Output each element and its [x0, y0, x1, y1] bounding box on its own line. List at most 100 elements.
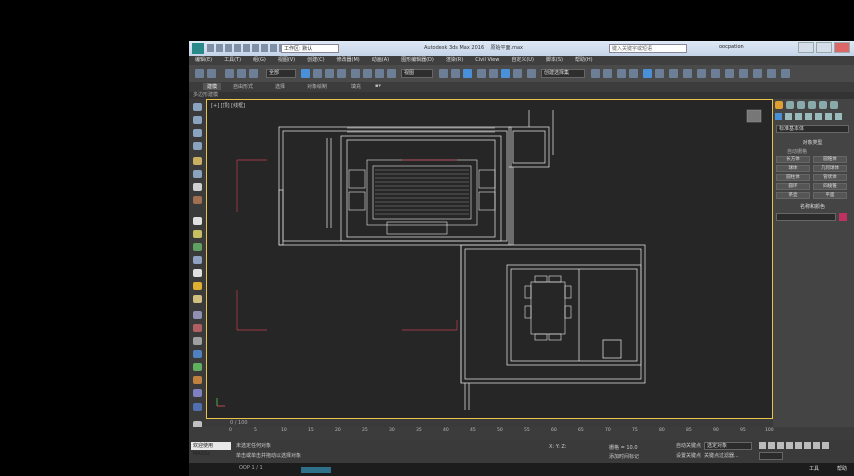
cylinder-button[interactable]: 圆柱体 [776, 174, 810, 181]
snaps-toggle-icon[interactable] [477, 69, 486, 78]
render-setup-icon[interactable] [683, 69, 692, 78]
tool-9-icon[interactable] [193, 217, 202, 225]
menu-rendering[interactable]: 渲染(R) [440, 56, 469, 65]
move-icon[interactable] [351, 69, 360, 78]
teapot-button[interactable]: 茶壶 [776, 192, 810, 199]
menu-civil-view[interactable]: Civil View [469, 56, 505, 65]
tool-2-icon[interactable] [193, 116, 202, 124]
display-tab-icon[interactable] [819, 101, 827, 109]
pyramid-button[interactable]: 四棱锥 [813, 183, 847, 190]
project-folder-icon[interactable] [261, 44, 268, 52]
tool-17-icon[interactable] [193, 324, 202, 332]
auto-key-select[interactable]: 选定对象 [704, 442, 752, 450]
object-type-rollout[interactable]: 对象类型 [776, 139, 849, 147]
geometry-icon[interactable] [775, 113, 782, 120]
current-frame-input[interactable] [759, 452, 783, 460]
close-button[interactable] [834, 42, 850, 53]
placement-icon[interactable] [387, 69, 396, 78]
menu-create[interactable]: 创建(C) [301, 56, 330, 65]
angle-snap-icon[interactable] [489, 69, 498, 78]
workspace-select[interactable]: 工作区: 默认 [281, 44, 339, 53]
undo-icon[interactable] [195, 69, 204, 78]
hierarchy-tab-icon[interactable] [797, 101, 805, 109]
menu-animation[interactable]: 动画(A) [366, 56, 395, 65]
play-icon[interactable] [777, 442, 784, 449]
tab-object-paint[interactable]: 对象绘制 [307, 83, 327, 90]
tool-13-icon[interactable] [193, 269, 202, 277]
activeshade-icon[interactable] [739, 69, 748, 78]
window-crossing-icon[interactable] [337, 69, 346, 78]
select-object-icon[interactable] [301, 69, 310, 78]
rectangular-region-icon[interactable] [325, 69, 334, 78]
scale-icon[interactable] [375, 69, 384, 78]
modify-tab-icon[interactable] [786, 101, 794, 109]
tool-1-icon[interactable] [193, 103, 202, 111]
layer-explorer-icon[interactable] [617, 69, 626, 78]
pan-icon[interactable] [813, 442, 820, 449]
utilities-tab-icon[interactable] [830, 101, 838, 109]
menu-tools[interactable]: 工具(T) [218, 56, 247, 65]
tool-23-icon[interactable] [193, 403, 202, 411]
geosphere-button[interactable]: 几何球体 [813, 165, 847, 172]
select-by-name-icon[interactable] [313, 69, 322, 78]
select-manipulate-icon[interactable] [451, 69, 460, 78]
menu-customize[interactable]: 自定义(U) [505, 56, 540, 65]
object-color-swatch[interactable] [839, 213, 847, 221]
tool-4-icon[interactable] [193, 142, 202, 150]
save-icon[interactable] [225, 44, 232, 52]
hold-icon[interactable] [270, 44, 277, 52]
taskbar-item[interactable] [301, 467, 331, 473]
named-selection-select[interactable]: 创建选择集 [541, 69, 585, 78]
go-to-start-icon[interactable] [759, 442, 766, 449]
create-tab-icon[interactable] [775, 101, 783, 109]
help-label[interactable]: 帮助 [837, 465, 847, 472]
tube-button[interactable]: 管状体 [813, 174, 847, 181]
new-icon[interactable] [207, 44, 214, 52]
shapes-icon[interactable] [785, 113, 792, 120]
autogrid-checkbox[interactable]: 自动栅格 [787, 148, 807, 155]
render-iterative-icon[interactable] [725, 69, 734, 78]
time-slider[interactable]: 0 / 100 [206, 419, 773, 427]
auto-key-button[interactable]: 自动关键点 [676, 442, 701, 449]
tool-15-icon[interactable] [193, 295, 202, 303]
reference-coord-select[interactable]: 视图 [401, 69, 433, 78]
systems-icon[interactable] [835, 113, 842, 120]
sphere-button[interactable]: 球体 [776, 165, 810, 172]
menu-edit[interactable]: 编辑(E) [189, 56, 218, 65]
percent-snap-icon[interactable] [501, 69, 510, 78]
coordinate-display[interactable]: X: Y: Z: [549, 444, 566, 450]
ribbon-expand-icon[interactable]: ▪▾ [375, 83, 381, 89]
edit-named-selection-icon[interactable] [527, 69, 536, 78]
previous-frame-icon[interactable] [768, 442, 775, 449]
minimize-button[interactable] [798, 42, 814, 53]
cameras-icon[interactable] [805, 113, 812, 120]
tool-12-icon[interactable] [193, 256, 202, 264]
redo-icon[interactable] [243, 44, 250, 52]
toggle-ribbon-icon[interactable] [629, 69, 638, 78]
tool-5-icon[interactable] [193, 157, 202, 165]
tool-22-icon[interactable] [193, 389, 202, 397]
maximize-button[interactable] [816, 42, 832, 53]
a360-gallery-icon[interactable] [767, 69, 776, 78]
mirror-icon[interactable] [591, 69, 600, 78]
tool-10-icon[interactable] [193, 230, 202, 238]
tool-19-icon[interactable] [193, 350, 202, 358]
zoom-icon[interactable] [804, 442, 811, 449]
pivot-center-icon[interactable] [439, 69, 448, 78]
keyboard-shortcut-override-icon[interactable] [463, 69, 472, 78]
tool-6-icon[interactable] [193, 170, 202, 178]
maxscript-listener[interactable]: 欢迎使用 MAXSc [191, 442, 231, 457]
plane-button[interactable]: 平面 [813, 192, 847, 199]
render-in-cloud-icon[interactable] [753, 69, 762, 78]
menu-graph-editors[interactable]: 图形编辑器(D) [395, 56, 440, 65]
orbit-icon[interactable] [822, 442, 829, 449]
track-bar[interactable]: 0 5 10 15 20 25 30 35 40 45 50 55 60 65 … [189, 427, 854, 440]
add-time-tag[interactable]: 添加时间标记 [609, 453, 639, 460]
tool-21-icon[interactable] [193, 376, 202, 384]
align-icon[interactable] [603, 69, 612, 78]
tool-3-icon[interactable] [193, 129, 202, 137]
tool-7-icon[interactable] [193, 183, 202, 191]
tools-label[interactable]: 工具 [809, 465, 819, 472]
project-icon[interactable] [252, 44, 259, 52]
torus-button[interactable]: 圆环 [776, 183, 810, 190]
